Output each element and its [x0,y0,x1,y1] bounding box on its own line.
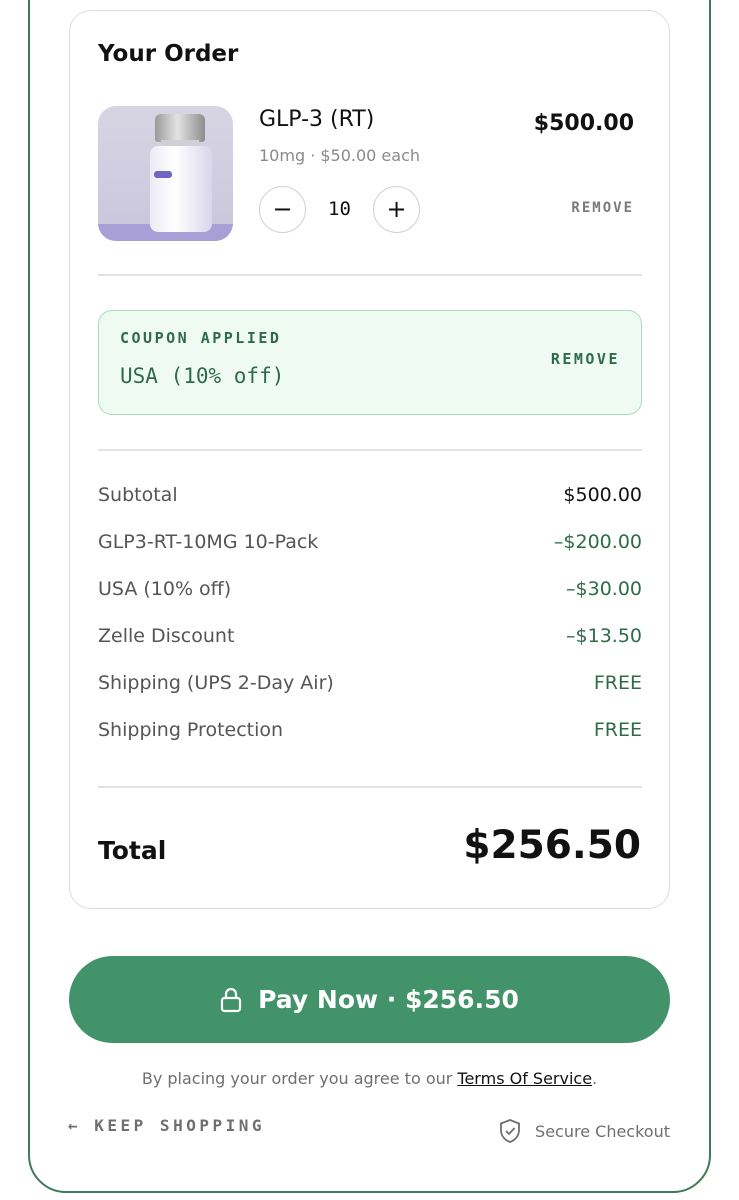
summary-label: Zelle Discount [98,625,235,647]
divider [98,449,642,451]
secure-checkout-label: Secure Checkout [535,1121,670,1141]
summary-value: –$30.00 [566,578,642,600]
summary-label: Shipping (UPS 2-Day Air) [98,672,334,694]
terms-notice: By placing your order you agree to our T… [0,1069,739,1088]
summary-value: FREE [593,672,642,694]
summary-value: –$13.50 [566,625,642,647]
lock-icon [221,987,242,1012]
summary-label: Subtotal [98,484,178,506]
divider [98,786,642,788]
divider [98,274,642,276]
terms-prefix: By placing your order you agree to our [141,1069,458,1088]
shield-check-icon [500,1119,520,1143]
summary-label: Shipping Protection [98,719,284,741]
remove-coupon-button[interactable]: REMOVE [551,350,620,368]
quantity-decrease-button[interactable]: − [259,186,306,233]
coupon-applied-box: COUPON APPLIED USA (10% off) REMOVE [98,310,642,415]
product-vial-image [98,106,233,241]
terms-of-service-link[interactable]: Terms Of Service [457,1069,592,1088]
summary-row-pack-discount: GLP3-RT-10MG 10-Pack –$200.00 [98,531,642,561]
order-title: Your Order [98,41,239,67]
summary-value: $500.00 [563,484,642,506]
product-name[interactable]: GLP-3 (RT) [259,107,374,132]
coupon-applied-label: COUPON APPLIED [120,329,282,347]
summary-label: GLP3-RT-10MG 10-Pack [98,531,319,553]
summary-value: FREE [593,719,642,741]
coupon-code: USA (10% off) [120,364,285,388]
terms-suffix: . [592,1069,598,1088]
summary-row-subtotal: Subtotal $500.00 [98,484,642,514]
summary-row-coupon-discount: USA (10% off) –$30.00 [98,578,642,608]
product-line-price: $500.00 [533,111,634,136]
product-unit-price: 10mg · $50.00 each [259,146,421,165]
secure-checkout-badge: Secure Checkout [499,1118,670,1144]
summary-value: –$200.00 [553,531,642,553]
summary-row-shipping: Shipping (UPS 2-Day Air) FREE [98,672,642,702]
quantity-increase-button[interactable]: + [373,186,420,233]
summary-label: USA (10% off) [98,578,232,600]
total-value: $256.50 [463,823,641,868]
remove-item-button[interactable]: REMOVE [571,200,634,216]
pay-now-button[interactable]: Pay Now · $256.50 [69,956,670,1043]
summary-row-shipping-protection: Shipping Protection FREE [98,719,642,749]
pay-now-label: Pay Now · $256.50 [258,985,519,1014]
quantity-value: 10 [328,198,351,220]
order-summary-card: Your Order GLP-3 (RT) 10mg · $50.00 each… [69,10,670,909]
total-label: Total [98,836,167,865]
summary-row-zelle-discount: Zelle Discount –$13.50 [98,625,642,655]
keep-shopping-link[interactable]: ← KEEP SHOPPING [68,1116,265,1135]
